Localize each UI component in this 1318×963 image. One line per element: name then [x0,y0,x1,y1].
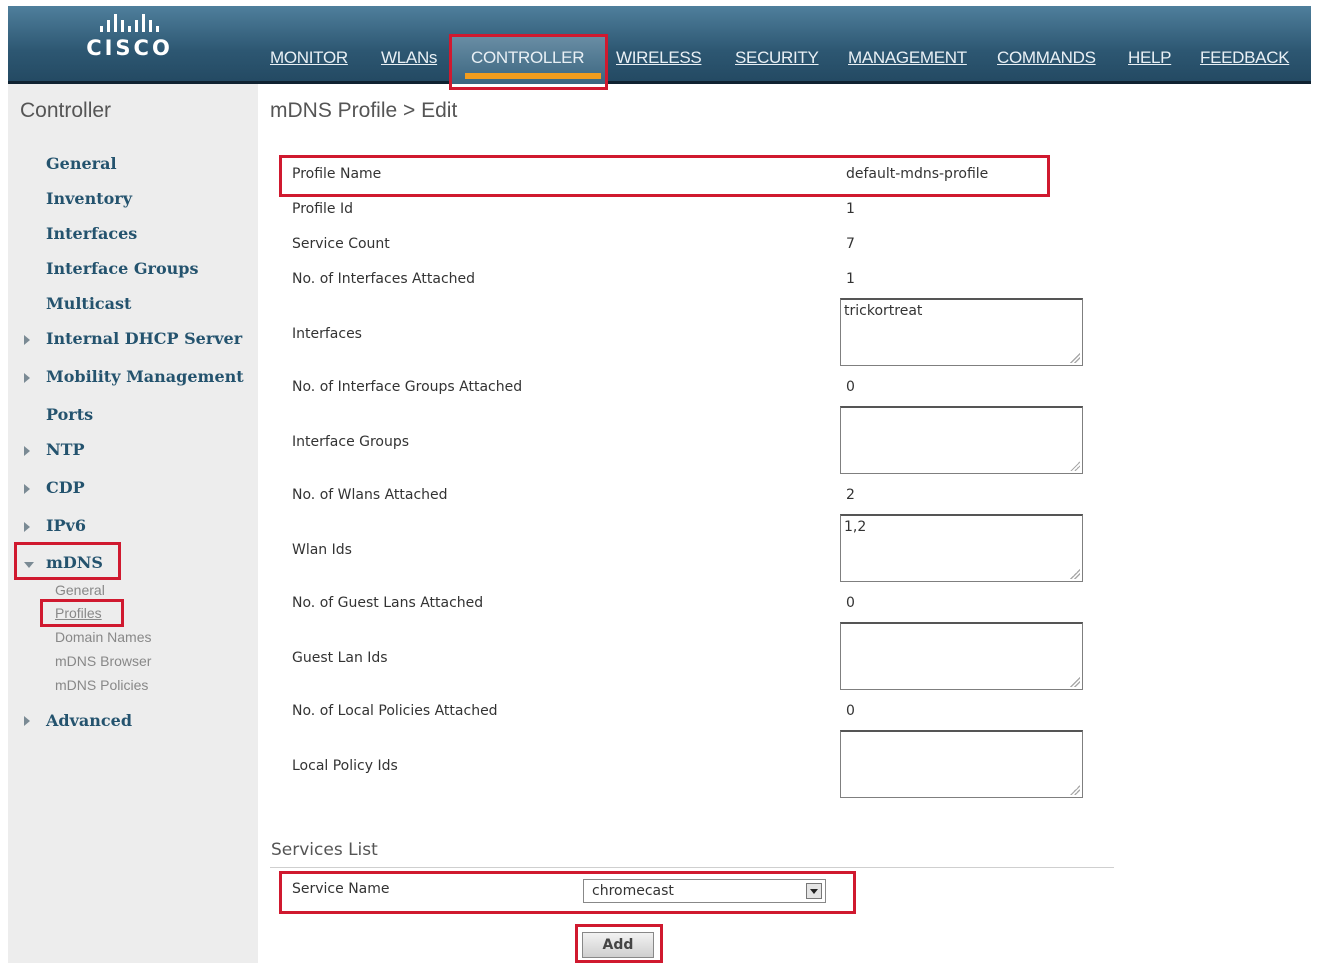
field-value-interfaces-attached: 1 [846,271,855,287]
nav-controller[interactable]: CONTROLLER [471,48,584,68]
sidebar-item-interface-groups[interactable]: Interface Groups [46,259,198,278]
sidebar-item-cdp[interactable]: CDP [46,478,85,497]
service-name-select[interactable]: chromecast [583,879,826,903]
sidebar-item-inventory[interactable]: Inventory [46,189,132,208]
field-label-interface-groups: Interface Groups [292,434,410,450]
interfaces-textarea[interactable]: trickortreat [840,298,1083,366]
field-label-guest-lans-attached: No. of Guest Lans Attached [292,595,484,611]
field-label-profile-id: Profile Id [292,201,353,217]
chevron-down-icon[interactable] [806,883,822,899]
field-label-wlan-ids: Wlan Ids [292,542,352,558]
field-label-local-policies-attached: No. of Local Policies Attached [292,703,498,719]
expand-arrow-icon[interactable] [24,335,30,345]
sidebar-title: Controller [20,99,112,122]
services-list-heading: Services List [271,840,378,860]
field-value-service-count: 7 [846,236,855,252]
nav-commands[interactable]: COMMANDS [997,48,1096,68]
field-label-service-count: Service Count [292,236,390,252]
resize-grip-icon[interactable] [1070,677,1080,687]
nav-wlans[interactable]: WLANs [381,48,437,68]
sidebar-item-ntp[interactable]: NTP [46,440,85,459]
field-label-profile-name: Profile Name [292,166,382,182]
interfaces-textarea-value: trickortreat [844,303,923,319]
service-name-selected-value: chromecast [592,883,674,899]
field-label-local-policy-ids: Local Policy Ids [292,758,398,774]
page-title: mDNS Profile > Edit [270,99,458,122]
sidebar-subitem-mdns-policies[interactable]: mDNS Policies [55,677,148,693]
wlan-ids-textarea-value: 1,2 [844,519,867,535]
wlan-ids-textarea[interactable]: 1,2 [840,514,1083,582]
sidebar-item-ports[interactable]: Ports [46,405,93,424]
nav-monitor[interactable]: MONITOR [270,48,348,68]
expand-arrow-icon[interactable] [24,522,30,532]
cisco-bridge-icon [82,14,177,32]
field-label-interfaces: Interfaces [292,326,362,342]
field-value-wlans-attached: 2 [846,487,855,503]
sidebar-item-internal-dhcp-server[interactable]: Internal DHCP Server [46,329,242,348]
sidebar-item-interfaces[interactable]: Interfaces [46,224,137,243]
expand-arrow-icon[interactable] [24,373,30,383]
field-value-guest-lans-attached: 0 [846,595,855,611]
interface-groups-textarea[interactable] [840,406,1083,474]
local-policy-ids-textarea[interactable] [840,730,1083,798]
expand-arrow-icon[interactable] [24,484,30,494]
field-value-profile-name: default-mdns-profile [846,166,989,182]
nav-management[interactable]: MANAGEMENT [848,48,967,68]
sidebar-item-general[interactable]: General [46,154,117,173]
sidebar-subitem-mdns-browser[interactable]: mDNS Browser [55,653,151,669]
resize-grip-icon[interactable] [1070,785,1080,795]
sidebar-item-mobility-management[interactable]: Mobility Management [46,367,244,386]
top-navigation-bar [8,6,1311,84]
sidebar-item-ipv6[interactable]: IPv6 [46,516,86,535]
field-value-interface-groups-attached: 0 [846,379,855,395]
resize-grip-icon[interactable] [1070,569,1080,579]
sidebar-subitem-profiles[interactable]: Profiles [55,605,102,621]
cisco-logo: CISCO [82,14,177,60]
service-name-label: Service Name [292,881,390,897]
field-value-local-policies-attached: 0 [846,703,855,719]
field-value-profile-id: 1 [846,201,855,217]
sidebar-subitem-domain-names[interactable]: Domain Names [55,629,151,645]
expand-arrow-icon[interactable] [24,446,30,456]
sidebar-item-mdns[interactable]: mDNS [46,553,103,572]
add-button[interactable]: Add [582,932,654,958]
nav-wireless[interactable]: WIRELESS [616,48,702,68]
nav-active-underline [465,73,601,79]
nav-security[interactable]: SECURITY [735,48,819,68]
resize-grip-icon[interactable] [1070,353,1080,363]
sidebar-item-advanced[interactable]: Advanced [46,711,132,730]
resize-grip-icon[interactable] [1070,461,1080,471]
field-label-wlans-attached: No. of Wlans Attached [292,487,448,503]
guest-lan-ids-textarea[interactable] [840,622,1083,690]
field-label-guest-lan-ids: Guest Lan Ids [292,650,388,666]
sidebar-subitem-general[interactable]: General [55,582,105,598]
expand-arrow-icon[interactable] [24,716,30,726]
field-label-interface-groups-attached: No. of Interface Groups Attached [292,379,523,395]
field-label-interfaces-attached: No. of Interfaces Attached [292,271,476,287]
logo-text: CISCO [86,36,173,60]
nav-feedback[interactable]: FEEDBACK [1200,48,1290,68]
sidebar-item-multicast[interactable]: Multicast [46,294,131,313]
collapse-arrow-icon[interactable] [24,562,34,568]
nav-help[interactable]: HELP [1128,48,1172,68]
section-divider [270,867,1114,868]
